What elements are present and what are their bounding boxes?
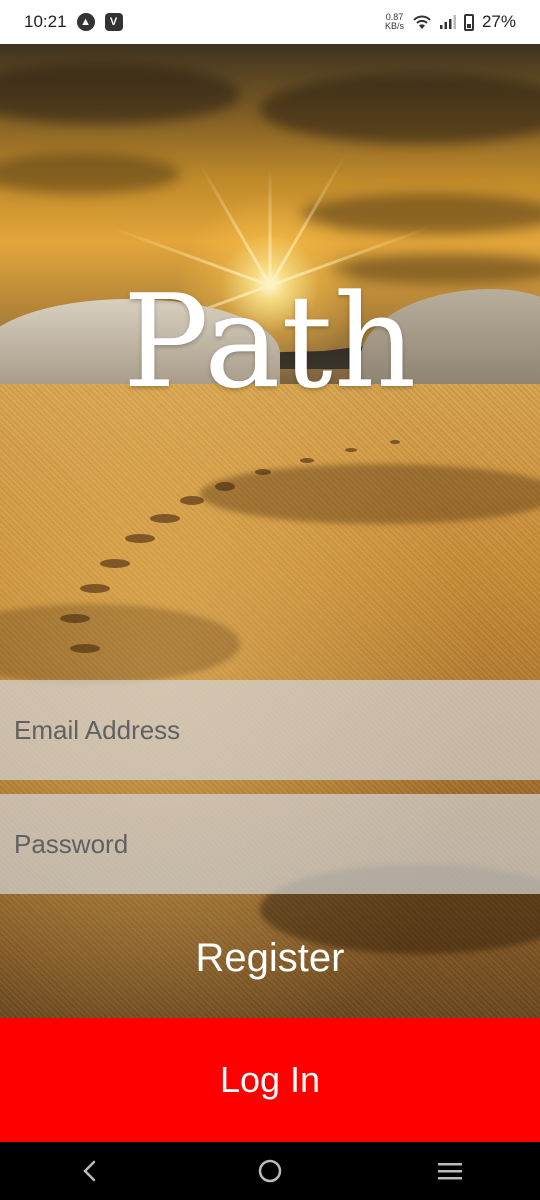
status-time: 10:21 (24, 12, 67, 31)
email-field-container[interactable] (0, 680, 540, 780)
recents-button[interactable] (420, 1146, 480, 1196)
home-icon (258, 1159, 282, 1183)
home-button[interactable] (240, 1146, 300, 1196)
password-field-container[interactable] (0, 794, 540, 894)
menu-icon (438, 1163, 462, 1180)
password-input[interactable] (12, 827, 540, 861)
back-icon (83, 1160, 96, 1182)
wifi-icon (413, 15, 431, 29)
battery-icon (463, 13, 474, 31)
network-speed: 0.87 KB/s (385, 13, 404, 31)
signal-icon (439, 15, 456, 29)
status-bar: 10:21 ▲ V 0.87 KB/s 27% (0, 0, 540, 44)
register-button[interactable]: Register (0, 918, 540, 998)
v-notification-icon: V (104, 13, 123, 31)
status-left: 10:21 ▲ V (24, 12, 123, 32)
status-right: 0.87 KB/s 27% (385, 12, 516, 32)
email-input[interactable] (12, 713, 540, 747)
system-nav-bar (0, 1142, 540, 1200)
network-speed-unit: KB/s (384, 21, 404, 31)
login-button[interactable]: Log In (0, 1018, 540, 1142)
app-title: Path (122, 268, 418, 417)
battery-percent: 27% (481, 12, 516, 31)
back-button[interactable] (60, 1146, 120, 1196)
nav-notification-icon: ▲ (76, 13, 95, 31)
